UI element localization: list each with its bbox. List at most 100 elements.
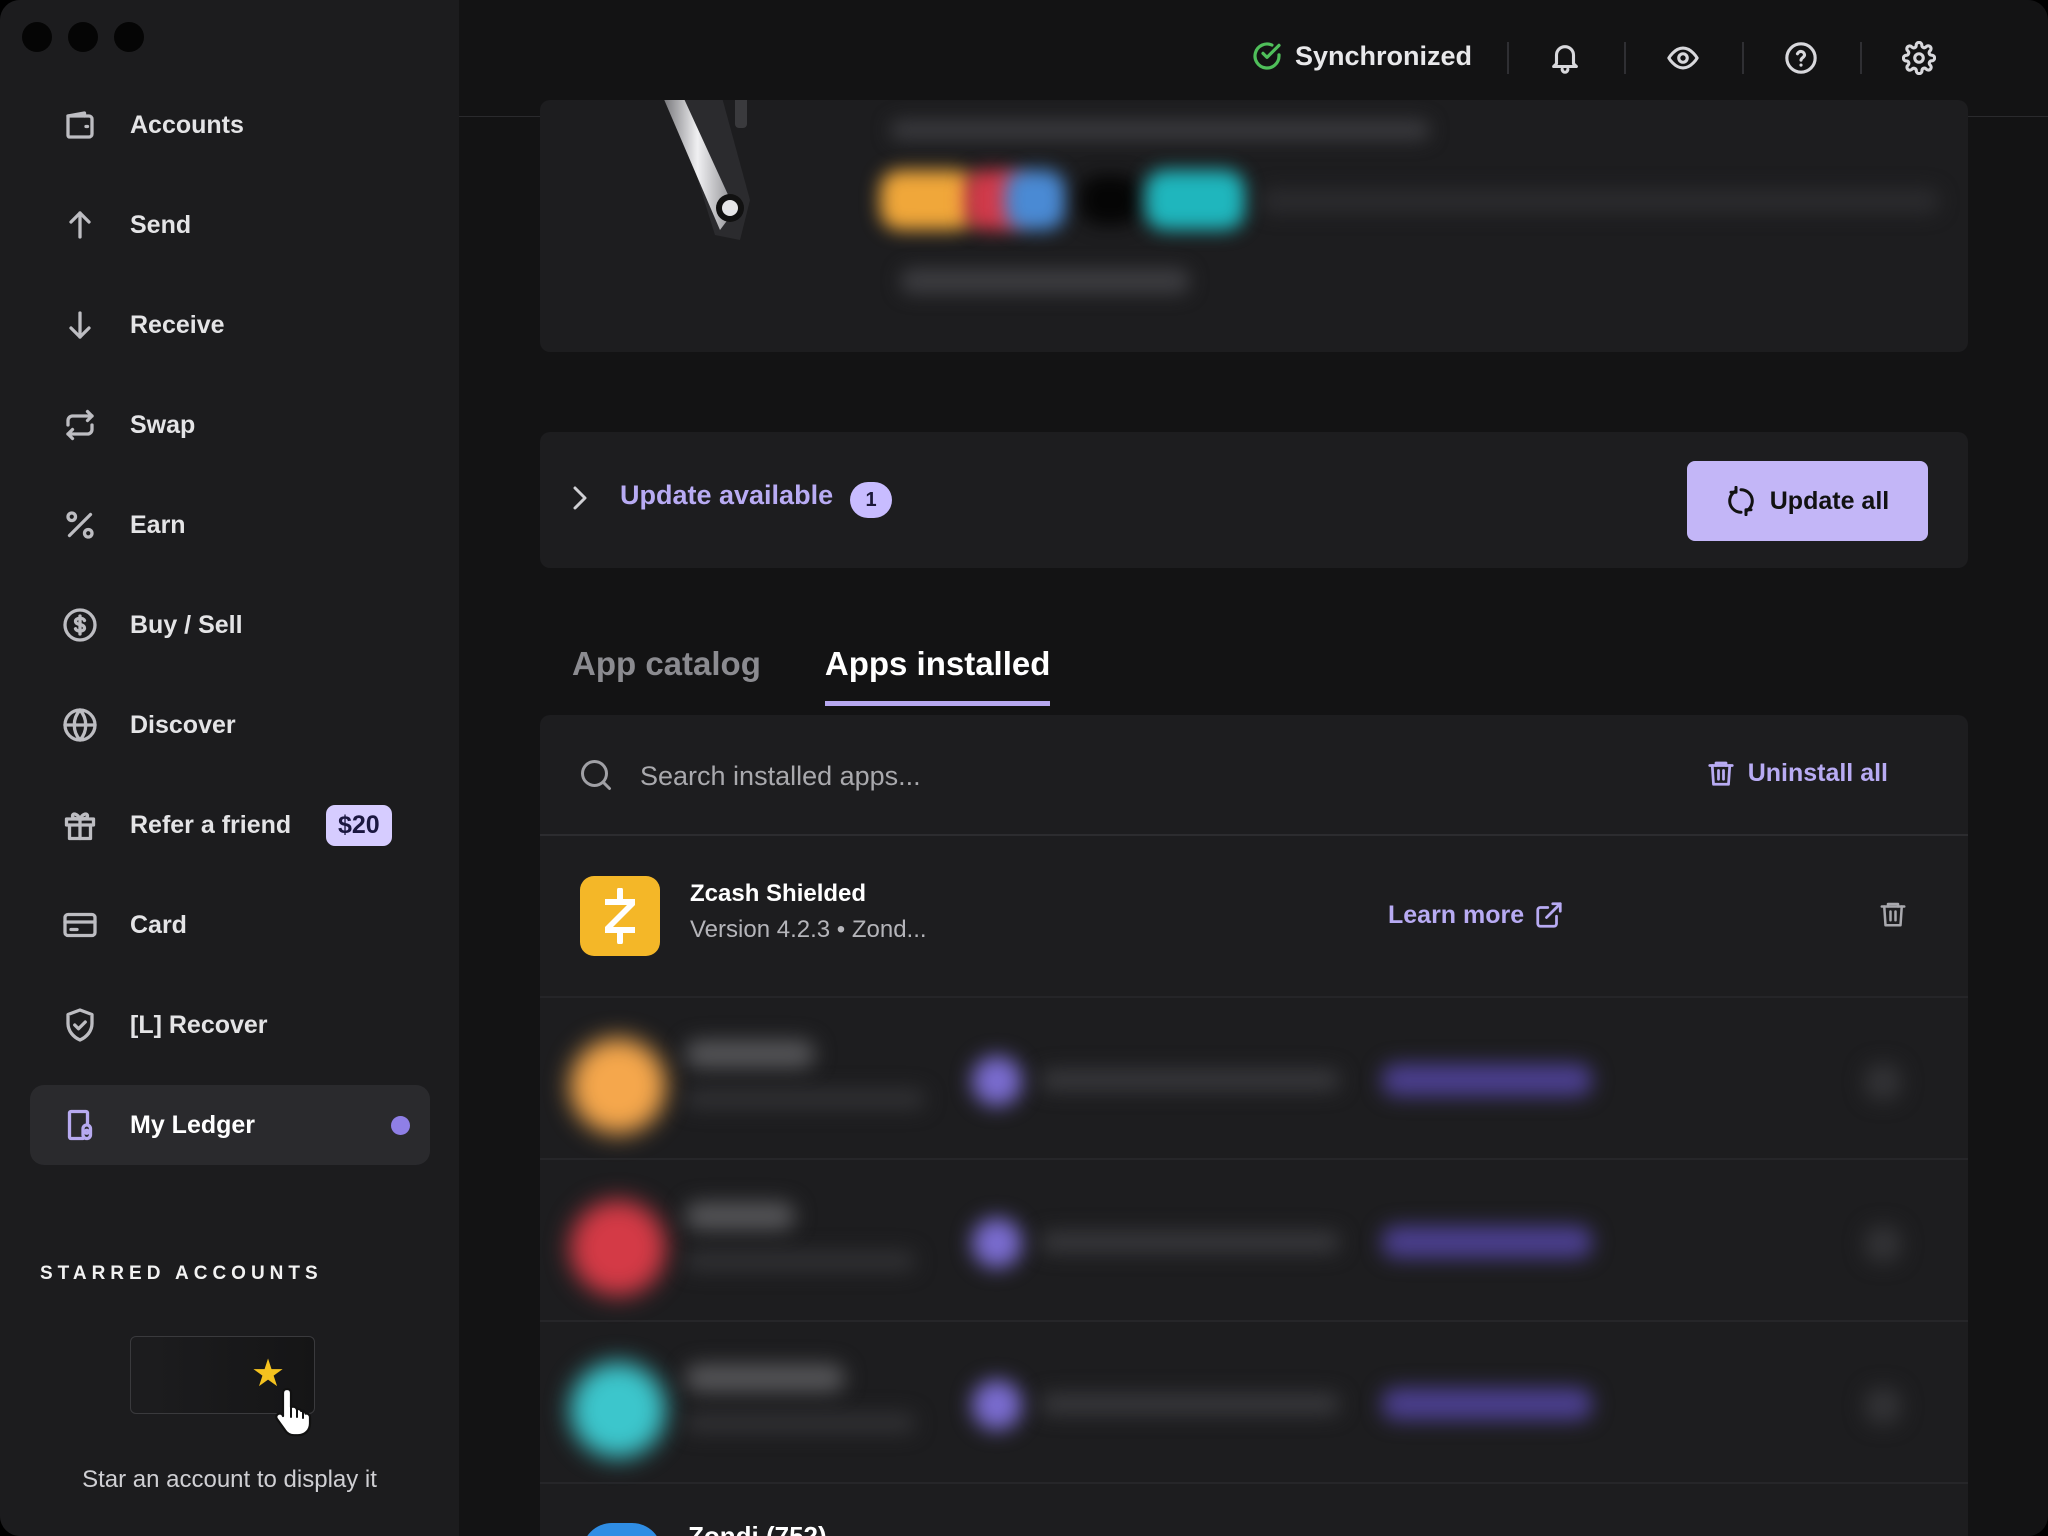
pointer-hand-icon: [275, 1387, 312, 1437]
topbar-divider: [1624, 42, 1626, 74]
blurred-app-row: [540, 998, 1968, 1160]
starred-accounts-heading: STARRED ACCOUNTS: [40, 1263, 323, 1284]
sidebar-item-swap[interactable]: Swap: [30, 385, 430, 465]
blurred-app-meta: [685, 1090, 925, 1108]
starred-accounts-placeholder: ★: [130, 1336, 315, 1437]
sidebar-item-send[interactable]: Send: [30, 185, 430, 265]
update-count-badge: 1: [850, 482, 892, 518]
topbar-divider: [1860, 42, 1862, 74]
sidebar-item-label: Accounts: [130, 110, 244, 139]
tab-app-catalog[interactable]: App catalog: [572, 645, 761, 706]
arrow-down-icon: [60, 305, 100, 345]
sidebar-item-label: Receive: [130, 310, 225, 339]
sidebar-item-discover[interactable]: Discover: [30, 685, 430, 765]
app-name-partial: Zondi (752): [688, 1521, 827, 1536]
sidebar-item-accounts[interactable]: Accounts: [30, 85, 430, 165]
blurred-app-icon: [972, 1218, 1022, 1268]
sidebar-item-my-ledger[interactable]: My Ledger: [30, 1085, 430, 1165]
installed-apps-panel: Uninstall all Zcash Shielded Version 4.2…: [540, 715, 1968, 1536]
trash-icon: [1708, 761, 1734, 786]
blurred-app-name: [685, 1364, 845, 1392]
blurred-app-meta: [685, 1252, 915, 1270]
sidebar-item-buy-sell[interactable]: Buy / Sell: [30, 585, 430, 665]
search-installed-apps-input[interactable]: [640, 753, 1240, 799]
credit-card-icon: [60, 905, 100, 945]
wallet-icon: [60, 105, 100, 145]
blurred-device-info: [890, 120, 1430, 140]
installed-apps-toolbar: Uninstall all: [540, 715, 1968, 836]
sidebar-item-label: [L] Recover: [130, 1010, 268, 1039]
blurred-storage-segment: [1145, 170, 1245, 230]
sidebar-item-earn[interactable]: Earn: [30, 485, 430, 565]
eye-icon[interactable]: [1663, 38, 1703, 78]
external-link-icon: [1536, 902, 1562, 928]
topbar-divider: [1507, 42, 1509, 74]
settings-icon[interactable]: [1899, 38, 1939, 78]
refresh-icon: [1727, 486, 1754, 516]
blurred-app-trash: [1865, 1064, 1901, 1100]
bell-icon[interactable]: [1545, 38, 1585, 78]
blurred-app-icon: [972, 1056, 1022, 1106]
update-all-button[interactable]: Update all: [1687, 461, 1928, 541]
blurred-app-link: [1382, 1388, 1592, 1420]
installed-app-row: Zcash Shielded Version 4.2.3 • Zond... L…: [540, 836, 1968, 998]
blurred-app-name: [685, 1202, 795, 1230]
starred-accounts-hint: Star an account to display it: [82, 1466, 377, 1493]
sidebar-item-refer-a-friend[interactable]: Refer a friend $20: [30, 785, 430, 865]
blurred-app-info: [1040, 1394, 1340, 1414]
chevron-right-icon[interactable]: [568, 482, 592, 514]
blurred-storage-segment: [1005, 170, 1065, 230]
search-icon: [581, 760, 611, 790]
blurred-storage-bar: [1260, 188, 1940, 214]
blurred-app-logo: [570, 1038, 666, 1134]
sidebar-item-label: Refer a friend: [130, 810, 292, 839]
blurred-storage-segment: [1080, 175, 1140, 225]
sidebar-item-receive[interactable]: Receive: [30, 285, 430, 365]
uninstall-all-button[interactable]: Uninstall all: [1706, 757, 1888, 789]
sidebar-item-label: Buy / Sell: [130, 610, 243, 639]
app-window: Accounts Send Receive Swap Earn Buy / Se…: [0, 0, 2048, 1536]
shield-check-icon: [60, 1005, 100, 1045]
window-controls: [22, 22, 144, 52]
update-available-label[interactable]: Update available: [620, 480, 833, 511]
blurred-app-icon: [972, 1380, 1022, 1430]
blurred-storage-segment: [880, 170, 975, 230]
blurred-storage-legend: [900, 268, 1190, 294]
check-circle-icon: [1253, 42, 1281, 70]
learn-more-link[interactable]: Learn more: [1388, 900, 1564, 930]
minimize-window-button[interactable]: [68, 22, 98, 52]
sidebar-item-label: Swap: [130, 410, 196, 439]
tab-apps-installed[interactable]: Apps installed: [824, 645, 1051, 706]
app-logo-partial: [582, 1523, 662, 1536]
sidebar-item-label: Card: [130, 910, 187, 939]
help-icon[interactable]: [1781, 38, 1821, 78]
topbar-divider: [1742, 42, 1744, 74]
blurred-app-name: [685, 1040, 815, 1068]
learn-more-label: Learn more: [1388, 900, 1525, 929]
sidebar-item-label: Send: [130, 210, 192, 239]
sync-status[interactable]: Synchronized: [1251, 40, 1472, 72]
arrow-up-icon: [60, 205, 100, 245]
sidebar-nav: Accounts Send Receive Swap Earn Buy / Se…: [30, 85, 430, 1185]
zoom-window-button[interactable]: [114, 22, 144, 52]
sync-status-label: Synchronized: [1295, 40, 1473, 71]
blurred-app-row: [540, 1160, 1968, 1322]
blurred-app-meta: [685, 1414, 915, 1432]
percent-icon: [60, 505, 100, 545]
sidebar: Accounts Send Receive Swap Earn Buy / Se…: [0, 0, 459, 1536]
blurred-app-info: [1040, 1070, 1340, 1090]
device-summary-card: [540, 100, 1968, 352]
uninstall-app-icon[interactable]: [1878, 898, 1908, 930]
manager-tabs: App catalog Apps installed: [572, 645, 1051, 706]
zcash-logo-icon: [580, 876, 660, 956]
sidebar-item-recover[interactable]: [L] Recover: [30, 985, 430, 1065]
blurred-app-logo: [570, 1362, 666, 1458]
uninstall-all-label: Uninstall all: [1747, 758, 1888, 787]
sidebar-item-card[interactable]: Card: [30, 885, 430, 965]
globe-icon: [60, 705, 100, 745]
sidebar-item-label: My Ledger: [130, 1110, 256, 1139]
update-available-bar[interactable]: Update available 1 Update all: [540, 432, 1968, 568]
close-window-button[interactable]: [22, 22, 52, 52]
dollar-circle-icon: [60, 605, 100, 645]
notification-dot: [391, 1116, 410, 1135]
